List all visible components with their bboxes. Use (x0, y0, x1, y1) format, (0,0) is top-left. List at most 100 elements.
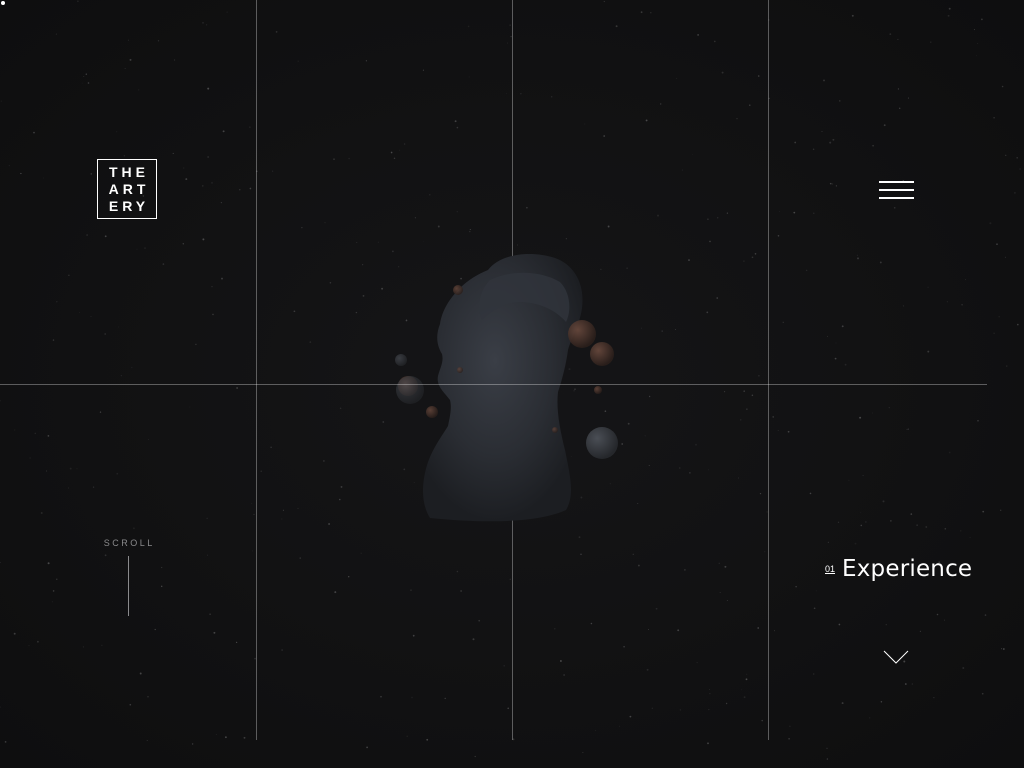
star-dot (1004, 256, 1006, 258)
star-dot (580, 553, 582, 556)
star-dot (718, 562, 721, 565)
star-dot (655, 607, 658, 610)
scroll-indicator[interactable]: SCROLL (95, 538, 161, 618)
star-dot (429, 194, 431, 196)
star-dot (339, 498, 341, 501)
star-dot (725, 702, 728, 705)
section-link-experience[interactable]: 01 Experience (825, 556, 972, 582)
star-dot (851, 14, 854, 17)
star-dot (1001, 648, 1003, 650)
star-dot (795, 586, 797, 588)
star-dot (324, 222, 326, 224)
star-dot (721, 71, 724, 74)
star-dot (160, 585, 163, 588)
star-dot (380, 695, 382, 698)
star-dot (410, 589, 412, 591)
star-dot (77, 0, 79, 2)
star-dot (13, 632, 16, 635)
star-dot (211, 182, 213, 184)
chevron-down-icon[interactable] (883, 649, 909, 665)
star-dot (348, 157, 350, 160)
star-dot (623, 645, 625, 648)
star-dot (844, 363, 847, 366)
star-dot (412, 634, 415, 637)
star-dot (36, 640, 39, 643)
star-dot (503, 664, 506, 667)
star-dot (323, 460, 325, 462)
star-dot (172, 152, 174, 154)
star-dot (206, 517, 208, 519)
star-dot (297, 60, 299, 62)
star-dot (67, 487, 70, 489)
star-dot (650, 11, 652, 14)
star-dot (157, 40, 160, 42)
star-dot (239, 189, 241, 191)
star-dot (757, 627, 760, 629)
star-dot (33, 131, 35, 134)
star-dot (85, 73, 87, 75)
star-dot (356, 242, 358, 244)
star-dot (676, 77, 678, 79)
cursor-dot (1, 1, 5, 5)
star-dot (329, 281, 332, 284)
hamburger-menu-icon[interactable] (879, 180, 914, 200)
star-dot (754, 252, 757, 255)
star-dot (679, 709, 682, 711)
star-dot (707, 742, 709, 745)
star-dot (977, 419, 979, 422)
star-dot (981, 692, 984, 695)
star-dot (348, 576, 350, 578)
star-dot (34, 432, 37, 435)
star-dot (79, 311, 81, 313)
star-dot (182, 243, 184, 245)
star-dot (793, 211, 796, 214)
star-dot (677, 629, 680, 632)
star-dot (706, 311, 709, 314)
star-dot (14, 429, 16, 431)
star-dot (637, 564, 640, 567)
star-dot (740, 419, 742, 421)
star-dot (520, 93, 522, 95)
star-dot (933, 696, 935, 699)
star-dot (998, 316, 1000, 318)
star-dot (90, 315, 92, 317)
star-dot (684, 569, 686, 571)
star-dot (222, 130, 225, 133)
star-dot (509, 24, 511, 26)
star-dot (86, 234, 88, 236)
star-dot (554, 628, 556, 630)
star-dot (221, 277, 223, 280)
star-dot (362, 295, 365, 297)
the-artery-logo[interactable]: THE ART ERY (97, 159, 157, 219)
star-dot (831, 182, 834, 185)
star-dot (812, 148, 815, 151)
star-dot (965, 279, 966, 281)
star-dot (709, 689, 710, 690)
star-dot (708, 469, 709, 471)
star-dot (897, 38, 899, 40)
star-dot (92, 486, 95, 488)
star-dot (144, 247, 146, 249)
star-dot (215, 734, 217, 736)
star-dot (202, 22, 204, 24)
star-dot (835, 185, 838, 187)
star-dot (961, 303, 963, 306)
star-dot (788, 737, 790, 740)
star-dot (45, 470, 48, 472)
star-dot (28, 645, 30, 647)
star-dot (899, 107, 901, 110)
star-dot (651, 707, 653, 709)
star-dot (76, 468, 78, 470)
star-dot (52, 339, 55, 341)
star-dot (195, 343, 197, 346)
star-dot (815, 590, 817, 592)
star-dot (911, 683, 913, 685)
star-dot (841, 702, 844, 705)
star-dot (582, 751, 584, 753)
star-dot (904, 683, 907, 685)
star-dot (0, 100, 2, 102)
star-dot (138, 89, 140, 91)
star-dot (919, 630, 922, 632)
star-dot (709, 240, 711, 243)
logo-line-2: ART (108, 180, 150, 197)
